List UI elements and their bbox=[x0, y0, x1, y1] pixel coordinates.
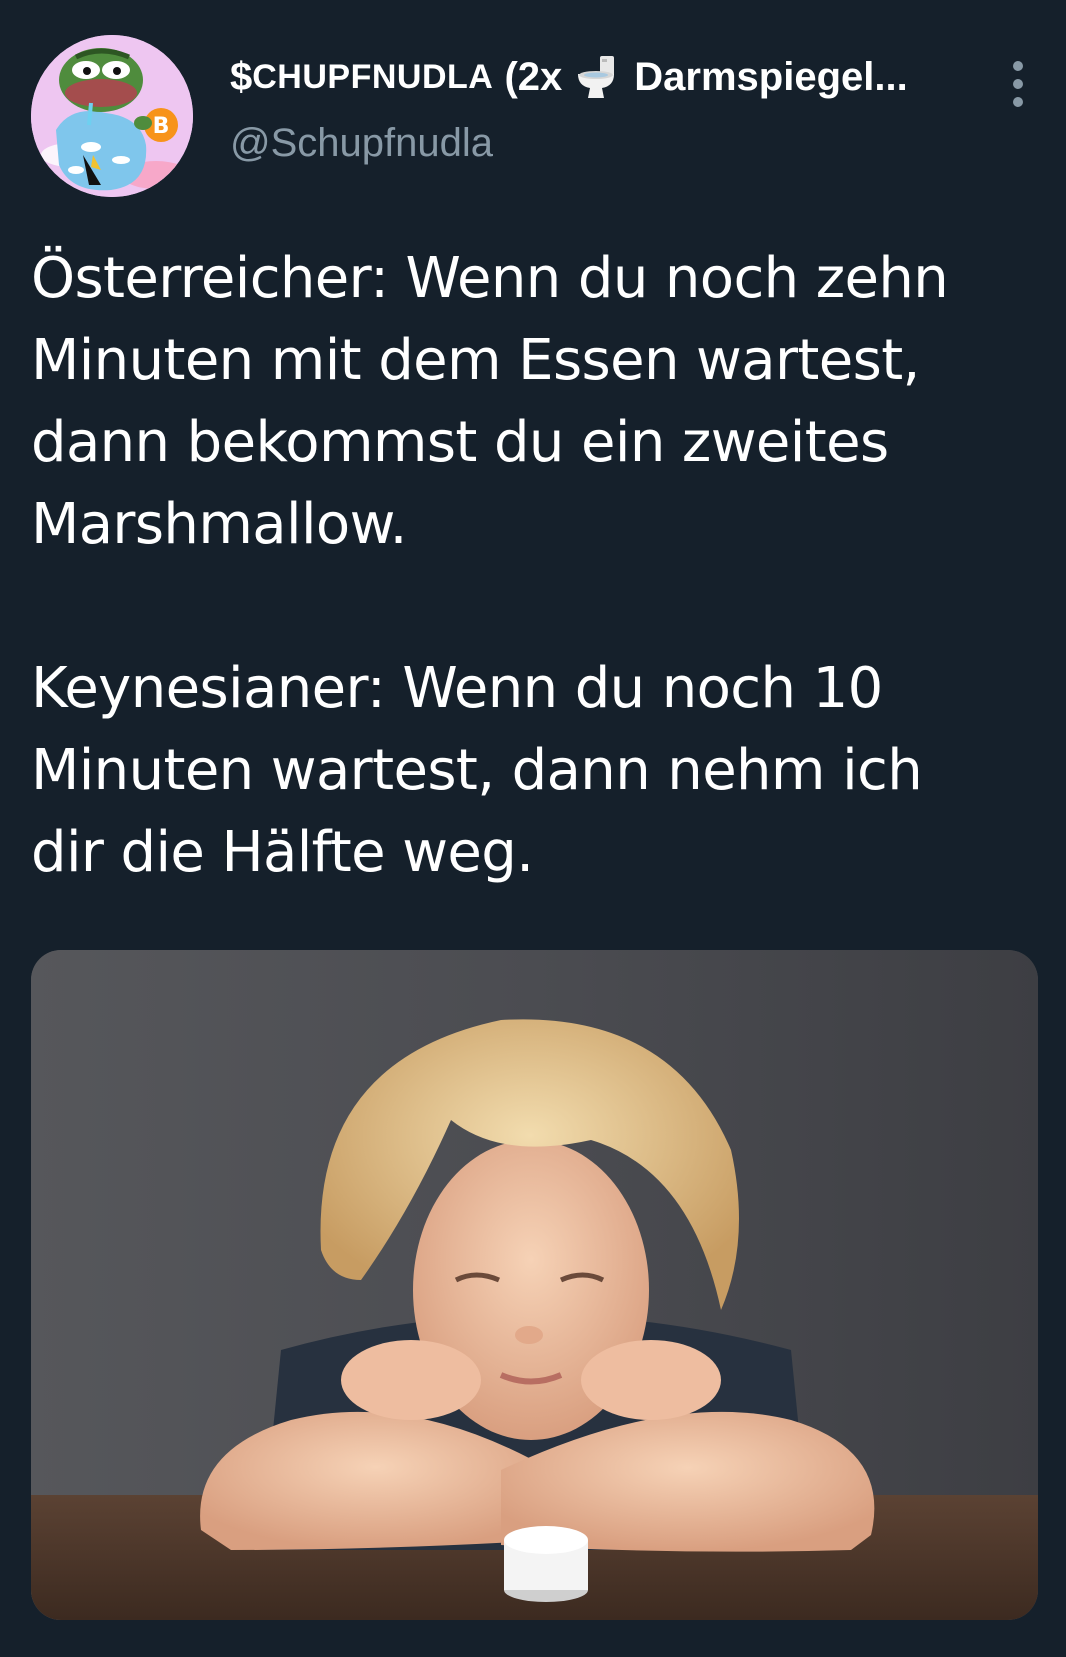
tweet-line: Österreicher: Wenn du noch zehn bbox=[31, 246, 949, 311]
tweet-header: B $ CHUPFNUDLA (2x Darmspiegel... @Schup… bbox=[31, 35, 1041, 197]
tweet-line: Marshmallow. bbox=[31, 492, 407, 557]
toilet-icon bbox=[574, 54, 620, 100]
pepe-bitcoin-avatar-icon: B bbox=[31, 35, 193, 197]
display-name-prefix: $ bbox=[230, 55, 253, 99]
display-name[interactable]: $ CHUPFNUDLA (2x Darmspiegel... bbox=[230, 53, 990, 101]
tweet-line: dir die Hälfte weg. bbox=[31, 820, 534, 885]
display-name-suffix: Darmspiegel... bbox=[634, 55, 908, 99]
tweet-paragraph-2: Keynesianer: Wenn du noch 10 Minuten war… bbox=[31, 648, 1031, 894]
more-options-button[interactable] bbox=[1003, 61, 1033, 115]
avatar[interactable]: B bbox=[31, 35, 193, 197]
user-handle[interactable]: @Schupfnudla bbox=[230, 119, 990, 167]
display-name-mid: (2x bbox=[504, 55, 563, 99]
tweet-line: Minuten wartest, dann nehm ich bbox=[31, 738, 923, 803]
svg-text:B: B bbox=[153, 114, 170, 139]
child-marshmallow-photo-icon bbox=[31, 950, 1038, 1620]
tweet: B $ CHUPFNUDLA (2x Darmspiegel... @Schup… bbox=[0, 0, 1066, 1657]
tweet-text: Österreicher: Wenn du noch zehn Minuten … bbox=[31, 238, 1031, 894]
display-name-smallcaps: CHUPFNUDLA bbox=[252, 58, 494, 96]
more-dot-icon bbox=[1013, 97, 1023, 107]
tweet-line: Minuten mit dem Essen wartest, bbox=[31, 328, 920, 393]
tweet-paragraph-1: Österreicher: Wenn du noch zehn Minuten … bbox=[31, 238, 1031, 566]
more-dot-icon bbox=[1013, 79, 1023, 89]
tweet-line: Keynesianer: Wenn du noch 10 bbox=[31, 656, 883, 721]
user-info[interactable]: $ CHUPFNUDLA (2x Darmspiegel... @Schupfnu… bbox=[230, 53, 990, 167]
more-dot-icon bbox=[1013, 61, 1023, 71]
tweet-media-image[interactable] bbox=[31, 950, 1038, 1620]
tweet-line: dann bekommst du ein zweites bbox=[31, 410, 889, 475]
